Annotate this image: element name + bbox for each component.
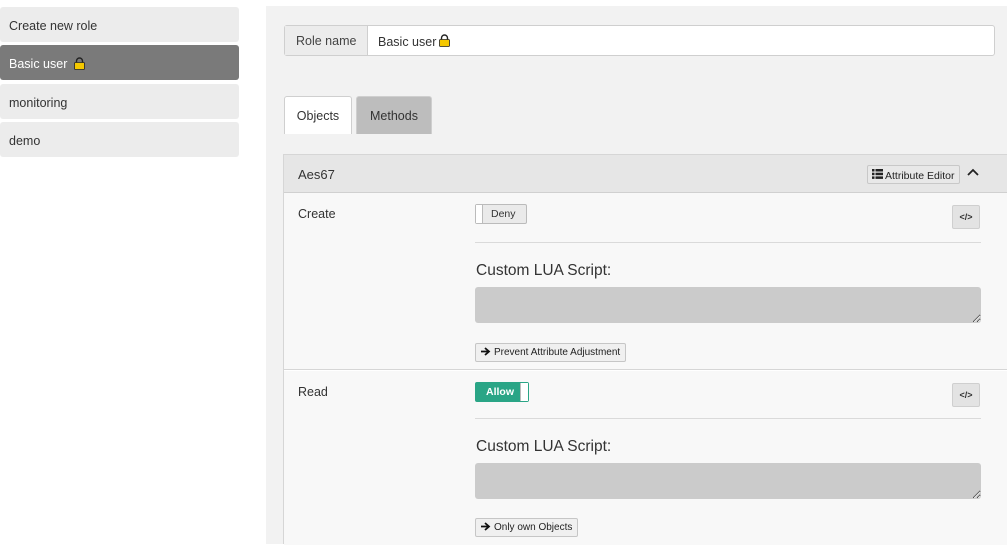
allow-toggle[interactable]: Allow xyxy=(475,382,529,402)
tab-objects[interactable]: Objects xyxy=(284,96,352,134)
arrow-right-icon xyxy=(481,521,491,534)
tab-methods[interactable]: Methods xyxy=(356,96,432,134)
chevron-up-icon[interactable] xyxy=(964,164,982,182)
lua-script-input[interactable] xyxy=(475,287,981,323)
sidebar-item-label: Create new role xyxy=(9,19,98,33)
deny-toggle[interactable]: Deny xyxy=(475,204,527,224)
divider xyxy=(475,418,981,419)
sidebar-item-label: monitoring xyxy=(9,96,68,110)
object-panel: Aes67 Attribute Editor Create Deny </> C… xyxy=(283,154,1007,545)
lua-script-input[interactable] xyxy=(475,463,981,499)
role-name-group: Role name Basic user xyxy=(284,25,995,56)
code-icon[interactable]: </> xyxy=(952,383,980,407)
prevent-attribute-adjustment-button[interactable]: Prevent Attribute Adjustment xyxy=(475,343,627,362)
action-label: Only own Objects xyxy=(494,522,573,533)
toggle-label: Deny xyxy=(491,208,516,220)
panel-header[interactable]: Aes67 Attribute Editor xyxy=(284,155,1007,193)
list-icon xyxy=(872,169,883,182)
arrow-right-icon xyxy=(481,346,491,359)
lock-icon xyxy=(439,34,451,50)
lua-script-label: Custom LUA Script: xyxy=(476,438,612,455)
code-icon[interactable]: </> xyxy=(952,205,980,229)
sidebar-item-label: Basic user xyxy=(9,57,68,71)
role-editor: Role name Basic user Objects Methods Aes… xyxy=(266,6,1007,545)
permission-row-create: Create Deny </> Custom LUA Script: Preve… xyxy=(284,193,1007,370)
role-name-value: Basic user xyxy=(378,35,437,49)
toggle-knob xyxy=(520,383,528,401)
attribute-editor-label: Attribute Editor xyxy=(885,169,955,182)
sidebar-item-monitoring[interactable]: monitoring xyxy=(0,84,239,119)
toggle-knob xyxy=(476,205,483,223)
action-label: Prevent Attribute Adjustment xyxy=(494,347,621,358)
divider xyxy=(475,242,981,243)
toggle-label: Allow xyxy=(486,386,514,398)
sidebar-item-label: demo xyxy=(9,134,41,148)
panel-title: Aes67 xyxy=(298,167,335,182)
lock-icon xyxy=(73,57,85,73)
role-sidebar: Create new role Basic user monitoring de… xyxy=(0,0,246,544)
sidebar-item-basic-user[interactable]: Basic user xyxy=(0,45,239,80)
attribute-editor-button[interactable]: Attribute Editor xyxy=(867,165,961,184)
only-own-objects-button[interactable]: Only own Objects xyxy=(475,518,579,537)
role-name-label: Role name xyxy=(285,26,368,55)
permission-label: Read xyxy=(298,385,328,399)
role-name-field[interactable]: Basic user xyxy=(378,34,451,50)
sidebar-item-demo[interactable]: demo xyxy=(0,122,239,157)
lua-script-label: Custom LUA Script: xyxy=(476,262,612,279)
permission-row-read: Read Allow </> Custom LUA Script: Only o… xyxy=(284,371,1007,545)
permission-label: Create xyxy=(298,207,336,221)
sidebar-item-create-new-role[interactable]: Create new role xyxy=(0,7,239,42)
